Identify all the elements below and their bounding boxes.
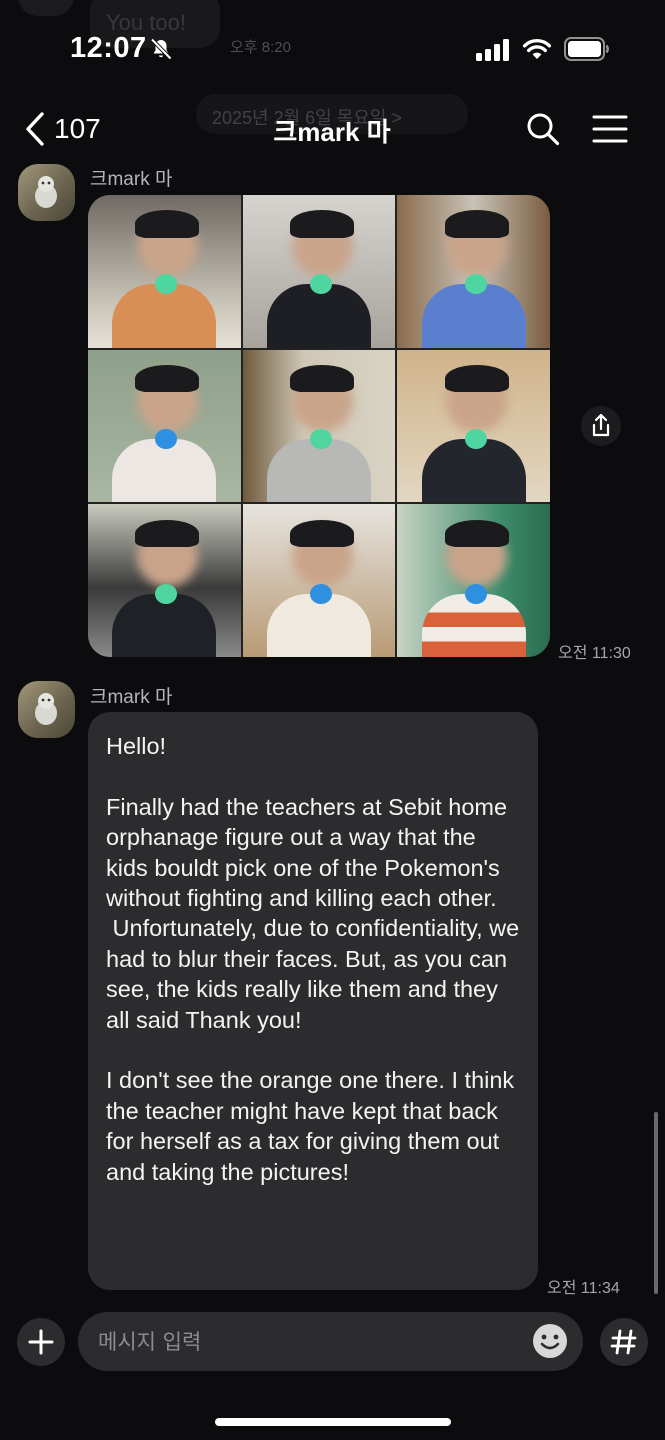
photo [242,195,396,348]
cellular-signal-icon [476,39,509,61]
message-input[interactable] [98,1312,518,1371]
message-bubble[interactable]: Hello! Finally had the teachers at Sebit… [88,712,538,1290]
status-time: 12:07 [70,32,147,64]
back-button[interactable]: 107 [24,110,101,148]
avatar[interactable] [18,164,75,221]
message-input-container[interactable] [78,1312,583,1371]
sender-name: 크mark 마 [90,687,173,708]
wifi-icon [522,38,552,59]
share-icon[interactable] [581,406,621,446]
chat-title: 크mark 마 [273,117,391,147]
home-indicator[interactable] [215,1418,451,1426]
photo [88,504,241,657]
message-time: 오전 11:34 [547,1280,620,1297]
scrollbar[interactable] [654,1112,658,1294]
unread-count: 107 [54,113,101,144]
photo [88,195,241,348]
message-time: 오전 11:30 [558,645,631,662]
emoji-icon[interactable] [530,1321,570,1361]
hashtag-icon [610,1329,637,1355]
photo [397,349,550,503]
sender-name: 크mark 마 [90,169,173,190]
photo-collage[interactable] [88,195,550,657]
search-icon[interactable] [526,112,560,146]
bell-off-icon [150,38,172,60]
dog-icon [35,176,57,208]
previous-message-time: 오후 8:20 [230,39,291,56]
hashtag-button[interactable] [600,1318,648,1366]
previous-avatar [18,0,74,16]
photo [242,504,396,657]
photo [88,349,241,503]
dog-icon [35,693,57,725]
photo [242,349,396,503]
avatar[interactable] [18,681,75,738]
photo [397,195,550,348]
photo [397,504,550,657]
battery-icon [564,37,609,61]
chevron-left-icon [26,112,44,146]
attach-button[interactable] [17,1318,65,1366]
plus-icon [28,1329,54,1355]
menu-icon[interactable] [592,114,628,144]
